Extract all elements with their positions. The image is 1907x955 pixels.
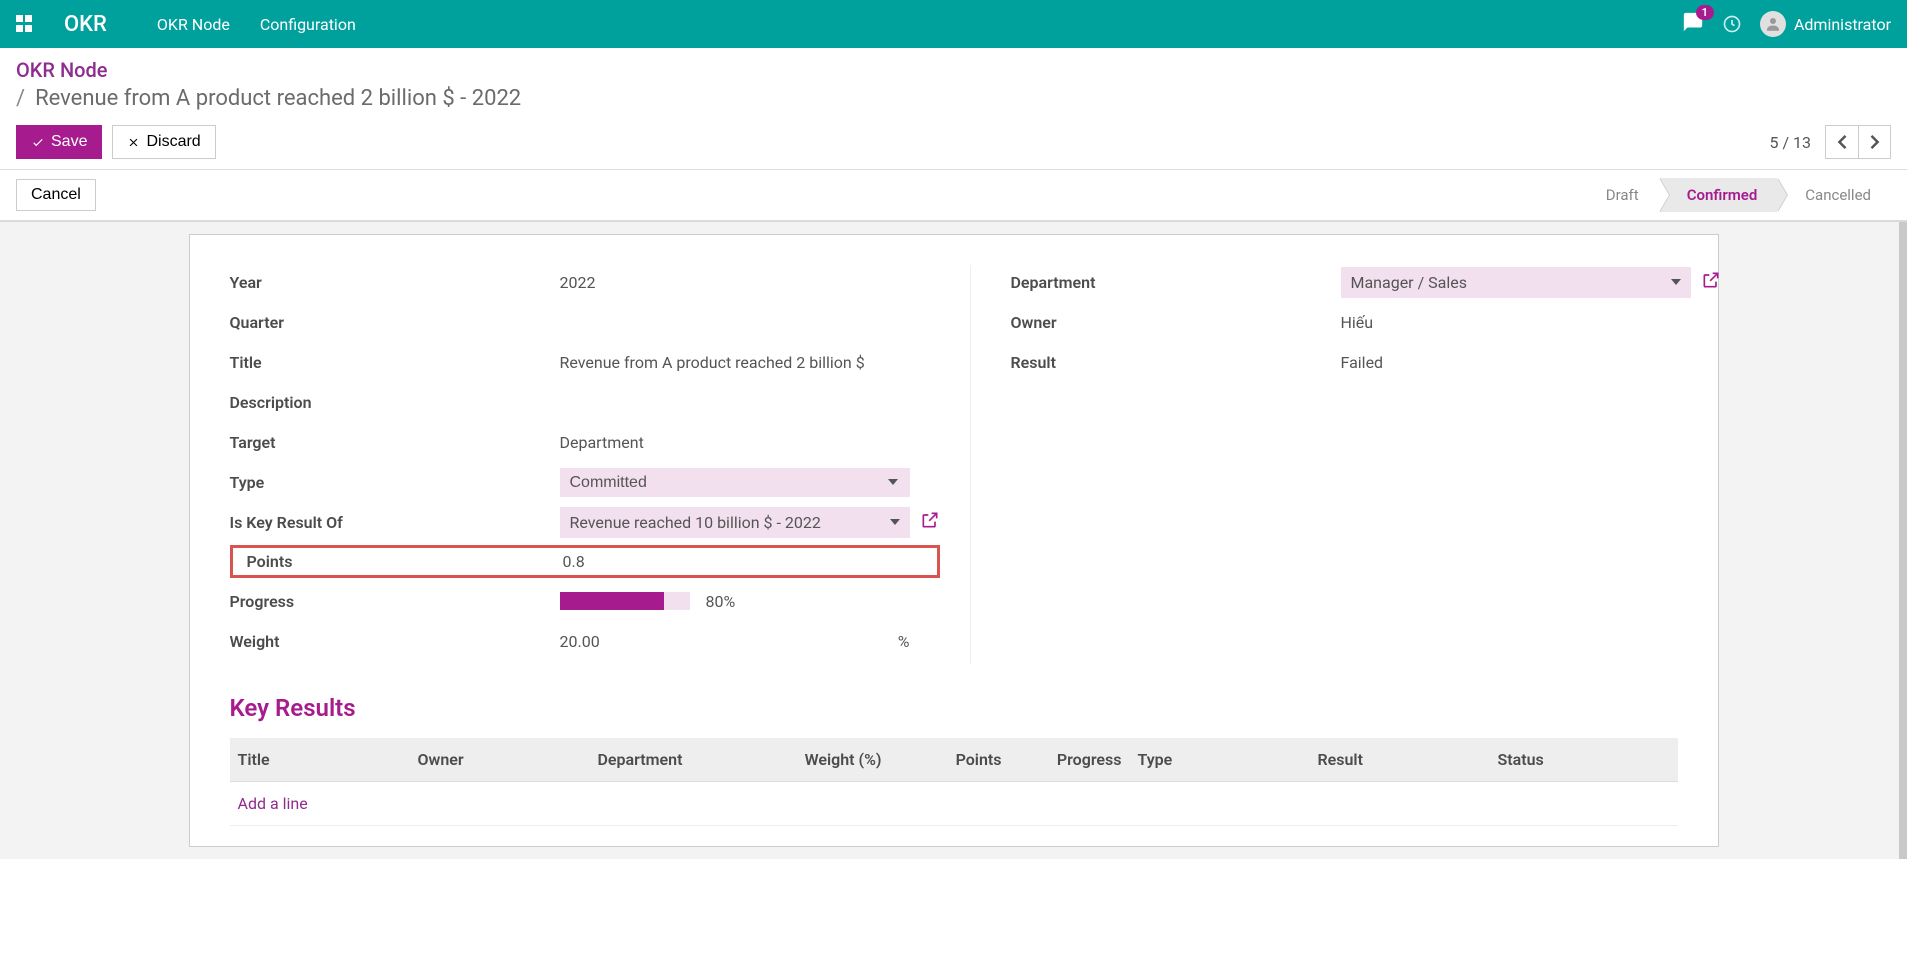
col-progress[interactable]: Progress	[1010, 738, 1130, 782]
is-key-result-of-select[interactable]: Revenue reached 10 billion $ - 2022	[560, 507, 910, 538]
value-weight[interactable]: 20.00	[560, 632, 600, 651]
points-highlight: Points 0.8	[230, 545, 940, 578]
label-quarter: Quarter	[230, 313, 560, 332]
nav-configuration[interactable]: Configuration	[260, 15, 356, 34]
nav-okr-node[interactable]: OKR Node	[157, 15, 230, 34]
chevron-left-icon	[1837, 135, 1847, 149]
close-icon	[127, 136, 140, 149]
label-points: Points	[233, 552, 563, 571]
key-results-title: Key Results	[230, 694, 1678, 722]
check-icon	[31, 135, 45, 149]
apps-icon[interactable]	[16, 15, 34, 33]
status-stages: Draft Confirmed Cancelled	[1578, 178, 1891, 212]
control-panel: OKR Node / Revenue from A product reache…	[0, 48, 1907, 169]
key-results-table: Title Owner Department Weight (%) Points…	[230, 738, 1678, 826]
label-is-key-result-of: Is Key Result Of	[230, 513, 560, 532]
external-link-parent[interactable]	[920, 510, 940, 534]
stage-cancelled[interactable]: Cancelled	[1777, 178, 1891, 212]
pager-text[interactable]: 5 / 13	[1769, 133, 1811, 152]
breadcrumb-separator: /	[16, 86, 25, 111]
value-result[interactable]: Failed	[1341, 353, 1721, 372]
caret-down-icon	[890, 519, 900, 525]
pager-prev[interactable]	[1826, 126, 1858, 158]
weight-unit: %	[898, 632, 910, 651]
label-title: Title	[230, 353, 560, 372]
label-description: Description	[230, 393, 560, 412]
progress-fill	[560, 592, 664, 610]
label-year: Year	[230, 273, 560, 292]
label-owner: Owner	[1011, 313, 1341, 332]
top-navbar: OKR OKR Node Configuration 1 Administrat…	[0, 0, 1907, 48]
pager: 5 / 13	[1769, 125, 1891, 159]
col-owner[interactable]: Owner	[410, 738, 590, 782]
value-target[interactable]: Department	[560, 433, 940, 452]
col-title[interactable]: Title	[230, 738, 410, 782]
form-left-column: Year 2022 Quarter Title Revenue from A p…	[230, 265, 971, 664]
form-sheet: Year 2022 Quarter Title Revenue from A p…	[189, 234, 1719, 847]
cancel-button[interactable]: Cancel	[16, 179, 96, 211]
label-result: Result	[1011, 353, 1341, 372]
type-select[interactable]: Committed	[560, 468, 910, 497]
col-status[interactable]: Status	[1490, 738, 1678, 782]
value-owner[interactable]: Hiếu	[1341, 313, 1721, 332]
label-weight: Weight	[230, 632, 560, 651]
col-weight[interactable]: Weight (%)	[770, 738, 890, 782]
value-points[interactable]: 0.8	[563, 552, 937, 571]
chat-badge: 1	[1696, 5, 1714, 20]
stage-confirmed[interactable]: Confirmed	[1659, 178, 1778, 212]
activity-icon[interactable]	[1722, 14, 1742, 34]
col-type[interactable]: Type	[1130, 738, 1310, 782]
label-department: Department	[1011, 273, 1341, 292]
avatar-icon	[1760, 11, 1786, 37]
value-year[interactable]: 2022	[560, 273, 940, 292]
external-link-icon	[1701, 270, 1721, 290]
sheet-background: Year 2022 Quarter Title Revenue from A p…	[0, 221, 1907, 859]
breadcrumb: OKR Node / Revenue from A product reache…	[16, 58, 1891, 111]
label-target: Target	[230, 433, 560, 452]
external-link-department[interactable]	[1701, 270, 1721, 294]
col-result[interactable]: Result	[1310, 738, 1490, 782]
user-menu[interactable]: Administrator	[1760, 11, 1891, 37]
external-link-icon	[920, 510, 940, 530]
col-points[interactable]: Points	[890, 738, 1010, 782]
label-type: Type	[230, 473, 560, 492]
status-bar: Cancel Draft Confirmed Cancelled	[0, 169, 1907, 221]
breadcrumb-root[interactable]: OKR Node	[16, 58, 1891, 82]
chat-icon[interactable]: 1	[1682, 11, 1704, 37]
table-row: Add a line	[230, 782, 1678, 826]
form-right-column: Department Manager / Sales Owner Hiếu	[1011, 265, 1721, 664]
progress-bar	[560, 592, 690, 610]
breadcrumb-current: Revenue from A product reached 2 billion…	[35, 86, 521, 111]
save-button[interactable]: Save	[16, 125, 102, 159]
caret-down-icon	[1671, 279, 1681, 285]
table-header-row: Title Owner Department Weight (%) Points…	[230, 738, 1678, 782]
progress-text: 80%	[706, 592, 736, 611]
label-progress: Progress	[230, 592, 560, 611]
stage-draft[interactable]: Draft	[1578, 178, 1659, 212]
app-title[interactable]: OKR	[64, 12, 107, 37]
user-name: Administrator	[1794, 15, 1891, 34]
pager-next[interactable]	[1858, 126, 1890, 158]
department-select[interactable]: Manager / Sales	[1341, 267, 1691, 298]
value-title[interactable]: Revenue from A product reached 2 billion…	[560, 353, 940, 372]
discard-button[interactable]: Discard	[112, 125, 215, 159]
col-department[interactable]: Department	[590, 738, 770, 782]
chevron-right-icon	[1870, 135, 1880, 149]
add-line-link[interactable]: Add a line	[238, 794, 308, 813]
